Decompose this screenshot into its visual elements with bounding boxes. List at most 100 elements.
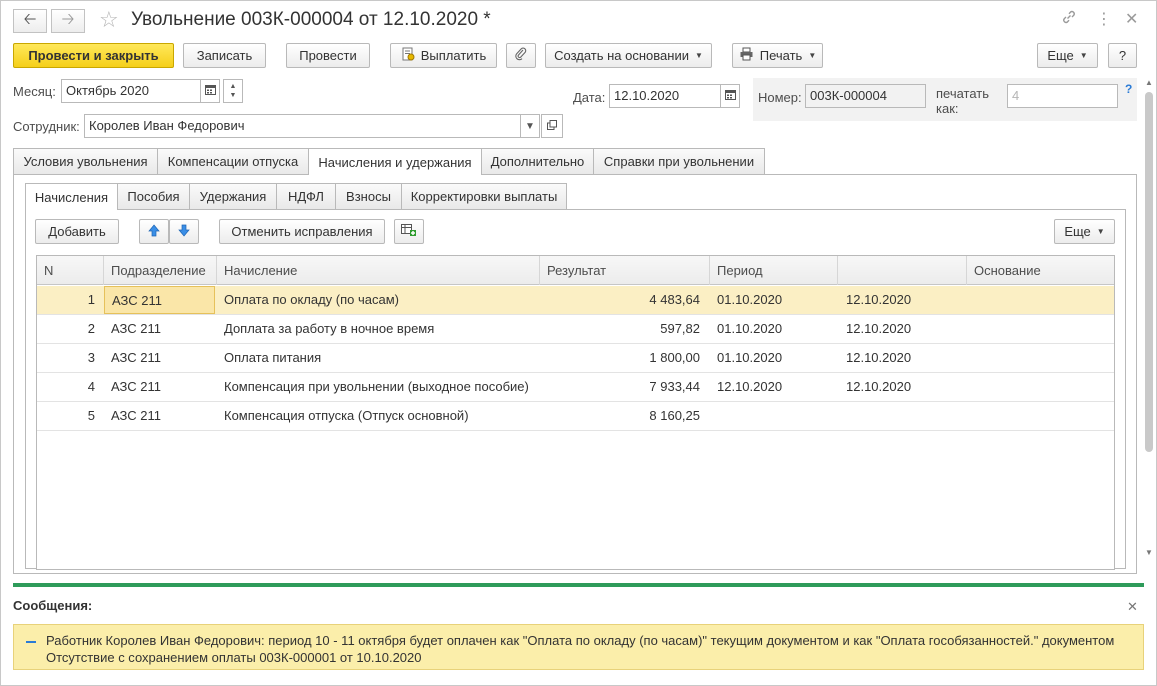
cell-period-end[interactable]: 12.10.2020 bbox=[846, 315, 911, 343]
cell-period-start[interactable]: 01.10.2020 bbox=[717, 315, 782, 343]
create-based-on-button[interactable]: Создать на основании ▼ bbox=[545, 43, 712, 68]
back-button[interactable]: 🡠 bbox=[13, 9, 47, 33]
more-label: Еще bbox=[1047, 48, 1074, 63]
column-header-accrual[interactable]: Начисление bbox=[217, 256, 540, 285]
close-icon[interactable]: ✕ bbox=[1125, 9, 1138, 29]
caret-down-icon: ▼ bbox=[1079, 51, 1088, 60]
cell-accrual[interactable]: Компенсация отпуска (Отпуск основной) bbox=[224, 402, 469, 430]
cell-accrual[interactable]: Компенсация при увольнении (выходное пос… bbox=[224, 373, 529, 401]
cell-accrual[interactable]: Оплата питания bbox=[224, 344, 321, 372]
cancel-corrections-button[interactable]: Отменить исправления bbox=[219, 219, 385, 244]
subtab-label: НДФЛ bbox=[288, 189, 324, 204]
print-as-field[interactable]: 4 bbox=[1007, 84, 1118, 108]
cell-period-start[interactable]: 01.10.2020 bbox=[717, 344, 782, 372]
cell-department[interactable]: АЗС 211 bbox=[111, 315, 161, 343]
column-header-result[interactable]: Результат bbox=[540, 256, 710, 285]
tab-additional[interactable]: Дополнительно bbox=[481, 148, 594, 174]
help-button[interactable]: ? bbox=[1108, 43, 1137, 68]
tab-vacation-compensation[interactable]: Компенсации отпуска bbox=[157, 148, 309, 174]
subtab-deductions[interactable]: Удержания bbox=[189, 183, 277, 209]
post-label: Провести bbox=[299, 48, 357, 63]
column-header-basis[interactable]: Основание bbox=[967, 256, 1114, 285]
date-calendar-button[interactable] bbox=[720, 84, 740, 108]
subtab-ndfl[interactable]: НДФЛ bbox=[276, 183, 336, 209]
spin-up-icon[interactable]: ▲ bbox=[230, 82, 237, 91]
employee-open-button[interactable] bbox=[541, 114, 563, 138]
cell-department[interactable]: АЗС 211 bbox=[104, 286, 215, 314]
cell-result[interactable]: 7 933,44 bbox=[540, 373, 700, 401]
spin-down-icon[interactable]: ▼ bbox=[230, 91, 237, 100]
scroll-up-icon[interactable]: ▲ bbox=[1145, 78, 1153, 87]
column-header-period-end[interactable] bbox=[838, 256, 967, 285]
paperclip-icon bbox=[514, 47, 528, 64]
accruals-table[interactable]: N Подразделение Начисление Результат Пер… bbox=[36, 255, 1115, 570]
subtab-accruals[interactable]: Начисления bbox=[25, 183, 118, 210]
subtab-contributions[interactable]: Взносы bbox=[335, 183, 402, 209]
move-up-button[interactable] bbox=[139, 219, 169, 244]
add-button[interactable]: Добавить bbox=[35, 219, 119, 244]
table-row[interactable]: 3 АЗС 211 Оплата питания 1 800,00 01.10.… bbox=[37, 344, 1114, 373]
cell-period-end[interactable]: 12.10.2020 bbox=[846, 286, 911, 314]
attach-button[interactable] bbox=[506, 43, 536, 68]
scrollbar-thumb[interactable] bbox=[1145, 92, 1153, 452]
table-row[interactable]: 4 АЗС 211 Компенсация при увольнении (вы… bbox=[37, 373, 1114, 402]
cell-accrual[interactable]: Оплата по окладу (по часам) bbox=[224, 286, 399, 314]
subtab-payment-corrections[interactable]: Корректировки выплаты bbox=[401, 183, 567, 209]
cell-result[interactable]: 4 483,64 bbox=[540, 286, 700, 314]
employee-dropdown-button[interactable]: ▼ bbox=[520, 114, 540, 138]
cell-result[interactable]: 8 160,25 bbox=[540, 402, 700, 430]
more-button[interactable]: Еще ▼ bbox=[1037, 43, 1098, 68]
date-field[interactable]: 12.10.2020 bbox=[609, 84, 721, 108]
print-button[interactable]: Печать ▼ bbox=[732, 43, 823, 68]
cell-n: 4 bbox=[87, 379, 95, 394]
message-item[interactable]: Работник Королев Иван Федорович: период … bbox=[13, 624, 1144, 670]
cancel-corrections-label: Отменить исправления bbox=[231, 224, 373, 239]
save-button[interactable]: Записать bbox=[183, 43, 266, 68]
more-vertical-icon[interactable]: ⋮ bbox=[1096, 9, 1112, 29]
subtab-label: Начисления bbox=[34, 189, 109, 205]
employee-field[interactable]: Королев Иван Федорович bbox=[84, 114, 521, 138]
move-down-button[interactable] bbox=[169, 219, 199, 244]
cell-department[interactable]: АЗС 211 bbox=[111, 344, 161, 372]
pay-button[interactable]: Выплатить bbox=[390, 43, 497, 68]
cell-period-start[interactable]: 01.10.2020 bbox=[717, 286, 782, 314]
cell-accrual[interactable]: Доплата за работу в ночное время bbox=[224, 315, 434, 343]
help-label: ? bbox=[1118, 48, 1127, 63]
calendar-button[interactable] bbox=[200, 79, 220, 103]
cell-period-start[interactable]: 12.10.2020 bbox=[717, 373, 782, 401]
favorite-star-icon[interactable]: ☆ bbox=[99, 7, 119, 33]
link-icon[interactable] bbox=[1061, 9, 1077, 30]
print-as-label-line1: печатать bbox=[936, 86, 990, 101]
cell-period-end[interactable]: 12.10.2020 bbox=[846, 373, 911, 401]
cell-result[interactable]: 1 800,00 bbox=[540, 344, 700, 372]
print-as-label-line2: как: bbox=[936, 101, 959, 116]
cell-period-end[interactable]: 12.10.2020 bbox=[846, 344, 911, 372]
column-header-department[interactable]: Подразделение bbox=[104, 256, 217, 285]
table-row[interactable]: 5 АЗС 211 Компенсация отпуска (Отпуск ос… bbox=[37, 402, 1114, 431]
vertical-scrollbar[interactable]: ▲ ▼ bbox=[1143, 78, 1155, 566]
print-as-help-icon[interactable]: ? bbox=[1125, 82, 1132, 96]
print-as-label: печатать как: bbox=[936, 86, 989, 116]
post-and-close-button[interactable]: Провести и закрыть bbox=[13, 43, 174, 68]
cell-department[interactable]: АЗС 211 bbox=[111, 402, 161, 430]
scroll-down-icon[interactable]: ▼ bbox=[1145, 548, 1153, 557]
month-field[interactable]: Октябрь 2020 bbox=[61, 79, 201, 103]
number-field[interactable]: 003К-000004 bbox=[805, 84, 926, 108]
table-row[interactable]: 1 АЗС 211 Оплата по окладу (по часам) 4 … bbox=[37, 286, 1114, 315]
tab-dismissal-conditions[interactable]: Условия увольнения bbox=[13, 148, 158, 174]
month-spinner[interactable]: ▲ ▼ bbox=[223, 79, 243, 103]
subtab-benefits[interactable]: Пособия bbox=[117, 183, 190, 209]
table-row[interactable]: 2 АЗС 211 Доплата за работу в ночное вре… bbox=[37, 315, 1114, 344]
table-add-button[interactable] bbox=[394, 219, 424, 244]
column-header-period[interactable]: Период bbox=[710, 256, 838, 285]
column-header-n[interactable]: N bbox=[37, 256, 104, 285]
grid-more-button[interactable]: Еще ▼ bbox=[1054, 219, 1115, 244]
post-button[interactable]: Провести bbox=[286, 43, 370, 68]
messages-close-icon[interactable]: ✕ bbox=[1127, 599, 1138, 615]
cell-department[interactable]: АЗС 211 bbox=[111, 373, 161, 401]
tab-accruals-deductions[interactable]: Начисления и удержания bbox=[308, 148, 482, 175]
pay-label: Выплатить bbox=[420, 48, 487, 63]
tab-certificates[interactable]: Справки при увольнении bbox=[593, 148, 765, 174]
cell-result[interactable]: 597,82 bbox=[540, 315, 700, 343]
forward-button[interactable]: 🡢 bbox=[51, 9, 85, 33]
